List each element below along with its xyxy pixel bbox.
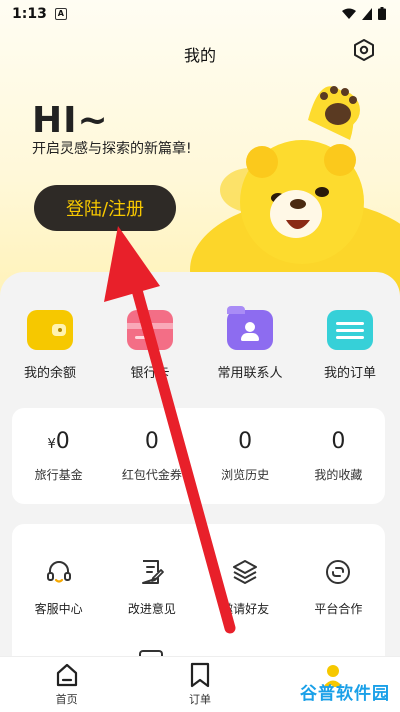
service-invite-friends[interactable]: 邀请好友 [199, 558, 292, 617]
layers-icon [233, 560, 258, 584]
stat-value: 0 [238, 429, 253, 454]
stat-favorites[interactable]: 0 我的收藏 [292, 408, 385, 504]
status-indicators [342, 7, 386, 20]
service-feedback[interactable]: 改进意见 [105, 558, 198, 617]
greeting-subtitle: 开启灵感与探索的新篇章! [32, 141, 192, 157]
stat-value: 0 [144, 429, 159, 454]
bear-mascot-illustration [190, 86, 400, 300]
status-bar: 1:13 A [0, 0, 400, 28]
service-label: 邀请好友 [221, 602, 270, 616]
greeting-title: HI~ [32, 100, 109, 141]
service-label: 平台合作 [314, 602, 363, 616]
tab-label: 首页 [55, 693, 78, 706]
page-title: 我的 [183, 46, 216, 65]
contacts-folder-icon [227, 306, 273, 350]
signal-icon [362, 7, 372, 20]
bank-card-icon [127, 310, 173, 350]
stat-label: 浏览历史 [221, 468, 270, 482]
quick-label: 我的余额 [23, 366, 76, 381]
wifi-icon [342, 8, 356, 19]
profile-content: 我的余额 银行卡 常用联系人 我的订单 ¥0 旅行基金 0 红包代金券 0 浏览… [0, 272, 400, 674]
stats-card: ¥0 旅行基金 0 红包代金券 0 浏览历史 0 我的收藏 [12, 408, 385, 504]
quick-item-bank-card[interactable]: 银行卡 [100, 310, 200, 381]
headset-icon [46, 561, 71, 583]
quick-actions: 我的余额 银行卡 常用联系人 我的订单 [0, 306, 400, 381]
service-label: 客服中心 [34, 602, 83, 616]
status-time: 1:13 [12, 6, 47, 22]
settings-button[interactable] [352, 38, 376, 62]
tab-orders[interactable]: 订单 [133, 657, 266, 712]
quick-item-orders[interactable]: 我的订单 [300, 310, 400, 381]
stat-coupons[interactable]: 0 红包代金券 [105, 408, 198, 504]
notification-badge-icon: A [54, 8, 67, 20]
link-icon [326, 560, 351, 584]
stat-value: ¥0 [47, 429, 69, 454]
stat-number: 0 [55, 429, 70, 454]
quick-item-balance[interactable]: 我的余额 [0, 310, 100, 381]
stat-value: 0 [331, 429, 346, 454]
bookmark-icon [190, 662, 210, 688]
login-register-button[interactable]: 登陆/注册 [34, 185, 176, 231]
quick-label: 银行卡 [130, 366, 170, 381]
stat-travel-fund[interactable]: ¥0 旅行基金 [12, 408, 105, 504]
currency-symbol: ¥ [47, 437, 56, 452]
site-watermark: 谷普软件园 [300, 684, 390, 704]
tab-home[interactable]: 首页 [0, 657, 133, 712]
profile-hero: 1:13 A 我的 HI~ 开启灵感与探索的新篇章! 登陆/注册 [0, 0, 400, 300]
home-icon [56, 663, 77, 687]
tab-label: 订单 [188, 693, 211, 706]
wallet-icon [27, 310, 73, 350]
quick-label: 我的订单 [323, 366, 376, 381]
battery-icon [378, 7, 386, 20]
stat-history[interactable]: 0 浏览历史 [199, 408, 292, 504]
service-platform-cooperation[interactable]: 平台合作 [292, 558, 385, 617]
stat-label: 我的收藏 [314, 468, 363, 482]
feedback-icon [141, 560, 164, 584]
quick-label: 常用联系人 [217, 366, 283, 381]
service-customer-center[interactable]: 客服中心 [12, 558, 105, 617]
stat-label: 旅行基金 [34, 468, 83, 482]
service-label: 改进意见 [127, 602, 176, 616]
quick-item-contacts[interactable]: 常用联系人 [200, 306, 300, 381]
hexagon-settings-icon [354, 39, 374, 61]
services-row: 客服中心 改进意见 邀请好友 平台合作 [12, 524, 385, 617]
stat-label: 红包代金券 [121, 468, 182, 482]
order-list-icon [327, 310, 373, 350]
services-card: 客服中心 改进意见 邀请好友 平台合作 [12, 524, 385, 674]
